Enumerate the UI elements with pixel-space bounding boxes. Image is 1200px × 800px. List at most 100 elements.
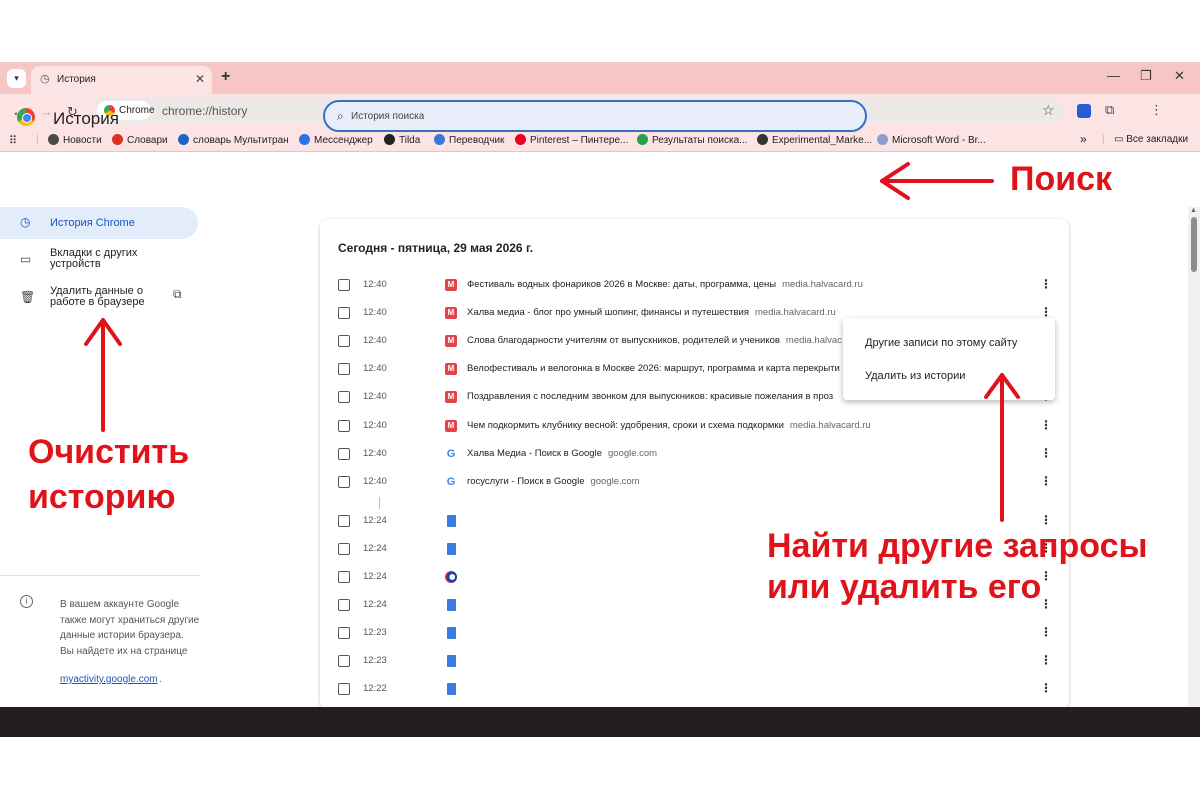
history-row[interactable]: 12:40 M Чем подкормить клубнику весной: уд… — [320, 413, 1069, 441]
row-checkbox[interactable] — [338, 363, 350, 376]
row-link[interactable]: Слова благодарности учителям от выпускни… — [467, 335, 842, 346]
extension-icon[interactable] — [1077, 104, 1091, 118]
row-checkbox[interactable] — [338, 279, 350, 291]
row-time: 12:40 — [363, 363, 387, 375]
row-link[interactable]: Поздравления с последним звонком для вып… — [467, 391, 833, 402]
history-card: Сегодня - пятница, 29 мая 2026 г. 12:40 M… — [320, 219, 1069, 709]
sidebar-item-chrome-history[interactable]: ◷ История Chrome — [0, 207, 198, 239]
row-time: 12:22 — [363, 683, 387, 695]
bookmark-item[interactable]: Tilda — [384, 134, 420, 146]
bookmark-item[interactable]: словарь Мультитран — [178, 134, 289, 146]
row-more-icon[interactable]: ⋮ — [1040, 597, 1052, 611]
row-link[interactable]: Халва медиа - блог про умный шопинг, фин… — [467, 307, 836, 318]
bookmark-favicon-icon — [48, 134, 59, 145]
row-checkbox[interactable] — [338, 391, 350, 404]
row-checkbox[interactable] — [338, 307, 350, 320]
menu-item-remove-from-history[interactable]: Удалить из истории — [865, 370, 965, 382]
halva-m-favicon-icon: M — [445, 363, 457, 376]
row-more-icon[interactable]: ⋮ — [1040, 681, 1052, 695]
row-more-icon[interactable]: ⋮ — [1040, 474, 1052, 488]
scrollbar-thumb[interactable] — [1191, 217, 1197, 272]
sidebar-item-other-devices[interactable]: ▭ Вкладки с других устройств — [0, 243, 198, 277]
bookmark-item[interactable]: Experimental_Marke... — [757, 134, 872, 146]
account-info-text: В вашем аккаунте Google также могут хран… — [60, 599, 200, 657]
row-checkbox[interactable] — [338, 683, 350, 696]
row-link[interactable]: Фестиваль водных фонариков 2026 в Москве… — [467, 279, 863, 290]
url-text[interactable]: chrome://history — [162, 104, 247, 118]
bookmarks-overflow-button[interactable]: » — [1080, 132, 1087, 146]
history-row[interactable]: 12:23 ⋮ — [320, 648, 1069, 676]
tab-history[interactable]: ◷ История ✕ — [31, 66, 212, 94]
myactivity-link[interactable]: myactivity.google.com — [60, 674, 158, 685]
bookmark-label: Результаты поиска... — [652, 135, 748, 146]
row-more-icon[interactable]: ⋮ — [1040, 446, 1052, 460]
tab-search-button[interactable]: ▾ — [7, 69, 26, 88]
row-link[interactable]: госуслуги - Поиск в Google google.com — [467, 476, 640, 487]
history-row[interactable]: 12:40 Gгосуслуги - Поиск в Google google.c… — [320, 469, 1069, 497]
history-row[interactable]: 12:22 ⋮ — [320, 676, 1069, 704]
folder-icon: ▭ — [1114, 134, 1127, 145]
bookmark-item[interactable]: Переводчик — [434, 134, 504, 146]
row-link[interactable]: Чем подкормить клубнику весной: удобрени… — [467, 420, 871, 431]
bookmark-label: Microsoft Word - Br... — [892, 135, 986, 146]
bookmark-item[interactable]: Pinterest – Пинтере... — [515, 134, 628, 146]
chevron-down-icon: ▾ — [14, 73, 19, 83]
row-checkbox[interactable] — [338, 542, 350, 555]
row-checkbox[interactable] — [338, 571, 350, 583]
scroll-up-icon[interactable]: ▲ — [1190, 207, 1197, 214]
history-row[interactable]: 12:40 G Халва Медиа - Поиск в Google google… — [320, 441, 1069, 469]
row-checkbox[interactable] — [338, 627, 350, 640]
history-row[interactable]: 12:23 ⋮ — [320, 620, 1069, 648]
row-time: 12:40 — [363, 391, 387, 403]
row-checkbox[interactable] — [338, 447, 350, 460]
bookmark-item[interactable]: Microsoft Word - Br... — [877, 134, 986, 146]
external-link-icon: ⧉ — [173, 287, 182, 301]
sidebar-item-clear-browsing-data[interactable]: 🗑 Удалить данные о работе в браузере — [0, 281, 198, 315]
bookmark-item[interactable]: Словари — [112, 134, 168, 146]
docs-favicon-icon — [447, 542, 456, 555]
row-more-icon[interactable]: ⋮ — [1040, 305, 1052, 319]
all-bookmarks-button[interactable]: ▭ Все закладки — [1114, 134, 1188, 145]
row-checkbox[interactable] — [338, 655, 350, 668]
puzzle-icon[interactable]: ⧉ — [1105, 102, 1114, 118]
bookmark-favicon-icon — [384, 134, 395, 145]
row-more-icon[interactable]: ⋮ — [1040, 418, 1052, 432]
bookmark-star-icon[interactable]: ☆ — [1042, 102, 1055, 119]
row-title: Чем подкормить клубнику весной: удобрени… — [467, 419, 784, 431]
annotation-find-line1: Найти другие запросы — [767, 527, 1148, 565]
bookmark-item[interactable]: Мессенджер — [299, 134, 373, 146]
search-input[interactable] — [351, 107, 851, 125]
row-time: 12:40 — [363, 279, 387, 290]
menu-item-more-from-site[interactable]: Другие записи по этому сайту — [865, 337, 1017, 349]
bookmark-item[interactable]: Результаты поиска... — [637, 134, 748, 146]
bookmark-item[interactable]: Новости — [48, 134, 102, 146]
row-more-icon[interactable]: ⋮ — [1040, 569, 1052, 583]
tab-close-icon[interactable]: ✕ — [195, 72, 205, 86]
row-checkbox[interactable] — [338, 335, 350, 348]
apps-grid-icon[interactable]: ⠿ — [9, 134, 17, 147]
history-row[interactable]: 12:40 M Фестиваль водных фонариков 2026 в … — [320, 272, 1069, 300]
history-search-box[interactable]: ⌕ — [323, 100, 867, 132]
row-checkbox[interactable] — [338, 475, 350, 488]
page-scrollbar[interactable]: ▲ — [1188, 207, 1200, 707]
bookmark-label: Pinterest – Пинтере... — [530, 135, 629, 146]
row-more-icon[interactable]: ⋮ — [1040, 513, 1052, 527]
row-more-icon[interactable]: ⋮ — [1040, 277, 1052, 291]
chrome-menu-button[interactable]: ⋮ — [1150, 102, 1163, 118]
docs-favicon-icon — [447, 683, 456, 696]
row-checkbox[interactable] — [338, 599, 350, 612]
window-close-button[interactable]: ✕ — [1174, 68, 1185, 84]
row-checkbox[interactable] — [338, 514, 350, 527]
row-more-icon[interactable]: ⋮ — [1040, 653, 1052, 667]
maximize-button[interactable]: ❐ — [1140, 68, 1152, 84]
bookmark-favicon-icon — [637, 134, 648, 145]
row-link[interactable]: Халва Медиа - Поиск в Google google.com — [467, 448, 657, 459]
row-checkbox[interactable] — [338, 419, 350, 432]
row-link[interactable]: Велофестиваль и велогонка в Москве 2026:… — [467, 363, 840, 374]
minimize-button[interactable]: — — [1107, 68, 1120, 83]
devices-icon: ▭ — [20, 252, 32, 266]
row-more-icon[interactable]: ⋮ — [1040, 625, 1052, 639]
site-chip-label: Chrome — [119, 105, 155, 116]
forward-button[interactable]: → — [40, 104, 53, 119]
new-tab-button[interactable]: + — [221, 68, 230, 86]
